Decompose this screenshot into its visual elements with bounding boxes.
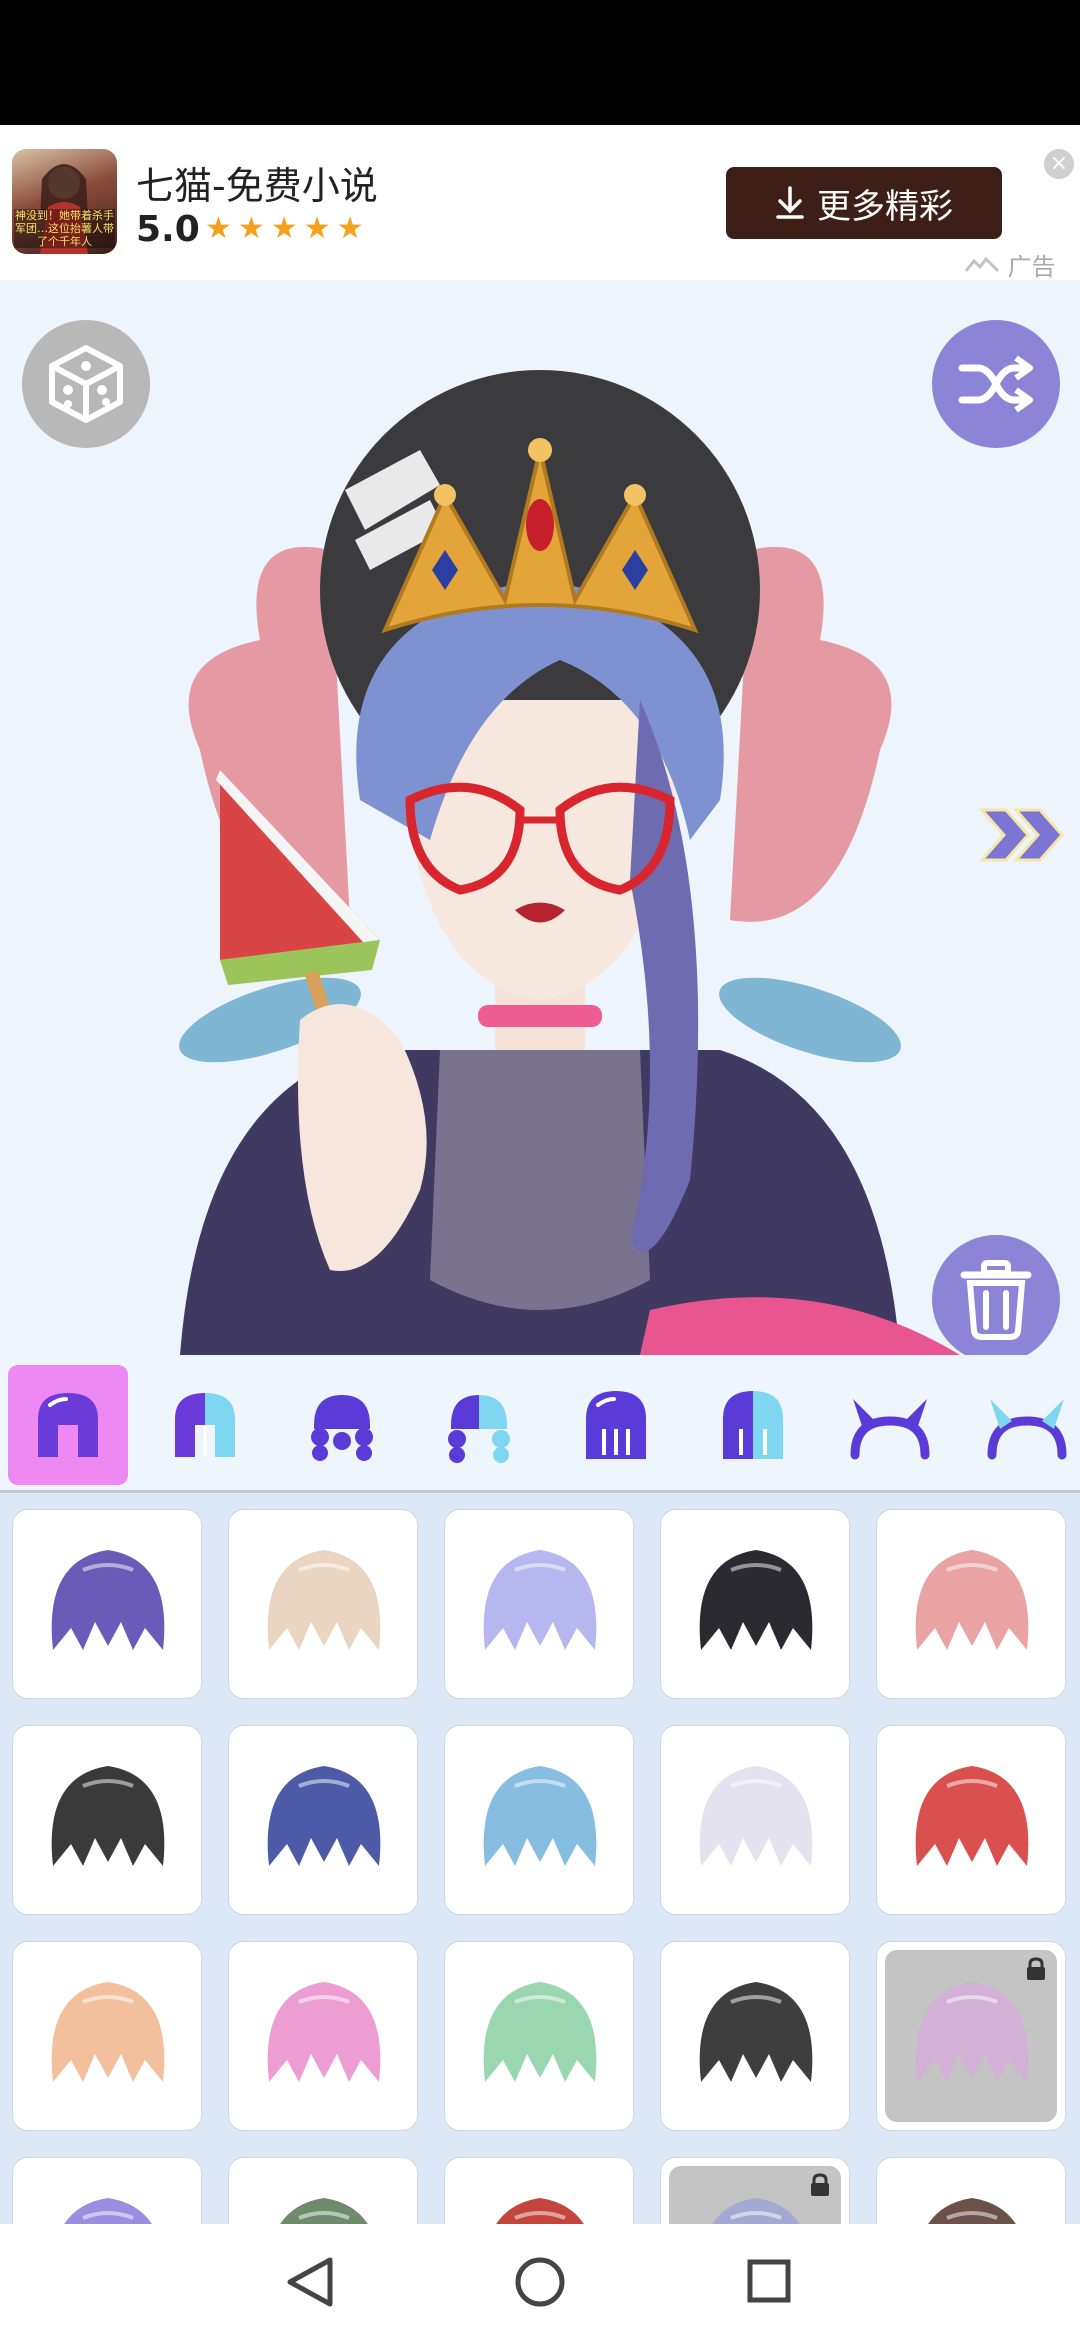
hair-swatch bbox=[496, 2198, 584, 2224]
ad-title[interactable]: 七猫-免费小说 bbox=[136, 155, 378, 210]
delete-button[interactable] bbox=[932, 1235, 1060, 1355]
hair-item[interactable] bbox=[12, 2157, 202, 2224]
tab-hair-long[interactable] bbox=[556, 1365, 676, 1485]
ad-banner[interactable]: 神没到！她带着杀手军团…这位抬薯人带了个千年人 七猫-免费小说 5.0 ★★★★… bbox=[0, 125, 1080, 282]
hair-swatch bbox=[915, 1550, 1029, 1650]
hair-swatch bbox=[51, 1766, 165, 1866]
ad-label: 广告 bbox=[964, 247, 1056, 282]
hair-item[interactable] bbox=[660, 1941, 850, 2131]
shuffle-button[interactable] bbox=[932, 320, 1060, 448]
ad-rating: 5.0 bbox=[136, 209, 200, 250]
tab-horns-two-tone[interactable] bbox=[967, 1365, 1080, 1485]
next-arrow-button[interactable] bbox=[976, 800, 1066, 874]
hair-front-icon bbox=[38, 1393, 98, 1457]
tab-hair-long-two-tone[interactable] bbox=[693, 1365, 813, 1485]
hair-swatch bbox=[483, 1766, 597, 1866]
random-dice-button[interactable] bbox=[22, 320, 150, 448]
hair-swatch bbox=[483, 1550, 597, 1650]
tab-hair-front[interactable] bbox=[8, 1365, 128, 1485]
hair-swatch bbox=[51, 1550, 165, 1650]
hair-swatch bbox=[928, 2198, 1016, 2224]
hair-long-two-tone-icon bbox=[723, 1391, 783, 1459]
hair-item[interactable] bbox=[444, 1509, 634, 1699]
hair-swatch bbox=[699, 1550, 813, 1650]
dice-icon bbox=[49, 345, 123, 423]
hair-item[interactable] bbox=[876, 2157, 1066, 2224]
nav-icons bbox=[287, 2257, 791, 2307]
hair-item[interactable] bbox=[876, 1941, 1066, 2131]
tab-horns[interactable] bbox=[830, 1365, 950, 1485]
trash-icon bbox=[960, 1260, 1032, 1340]
hair-swatch bbox=[699, 1982, 813, 2082]
hair-swatch bbox=[267, 1550, 381, 1650]
ad-network-icon bbox=[964, 256, 1000, 273]
hair-swatch bbox=[267, 1982, 381, 2082]
hair-item[interactable] bbox=[12, 1941, 202, 2131]
hair-swatch bbox=[64, 2198, 152, 2224]
lock-icon bbox=[1027, 1957, 1045, 1980]
hair-long-icon bbox=[586, 1391, 646, 1459]
hair-item[interactable] bbox=[444, 1725, 634, 1915]
ad-label-text: 广告 bbox=[1007, 253, 1056, 281]
hair-two-tone-icon bbox=[175, 1393, 235, 1457]
hair-item[interactable] bbox=[660, 1509, 850, 1699]
hair-swatch bbox=[280, 2198, 368, 2224]
hair-item-grid bbox=[0, 1493, 1080, 2224]
category-tabs bbox=[0, 1355, 1080, 1493]
ad-stars: ★★★★★ bbox=[205, 211, 370, 246]
tab-hair-back-two-tone[interactable] bbox=[419, 1365, 539, 1485]
home-icon[interactable] bbox=[515, 2257, 565, 2307]
ad-thumbnail[interactable]: 神没到！她带着杀手军团…这位抬薯人带了个千年人 bbox=[12, 149, 117, 254]
avatar-illustration bbox=[179, 370, 960, 1355]
ad-more-label: 更多精彩 bbox=[817, 186, 953, 227]
ad-close-icon[interactable]: × bbox=[1044, 149, 1074, 179]
hair-item[interactable] bbox=[12, 1725, 202, 1915]
navigation-bar bbox=[0, 2224, 1080, 2340]
hair-item[interactable] bbox=[228, 1941, 418, 2131]
hair-item[interactable] bbox=[876, 1725, 1066, 1915]
hair-swatch bbox=[699, 1766, 813, 1866]
tab-hair-back[interactable] bbox=[282, 1365, 402, 1485]
shuffle-icon bbox=[958, 355, 1033, 413]
horns-icon bbox=[850, 1399, 930, 1460]
hair-item[interactable] bbox=[444, 2157, 634, 2224]
hair-swatch bbox=[915, 1766, 1029, 1866]
lock-icon bbox=[811, 2173, 829, 2196]
double-chevron-right-icon bbox=[978, 808, 1064, 862]
hair-item[interactable] bbox=[12, 1509, 202, 1699]
hair-item[interactable] bbox=[228, 1725, 418, 1915]
hair-swatch bbox=[51, 1982, 165, 2082]
hair-item[interactable] bbox=[444, 1941, 634, 2131]
recents-icon[interactable] bbox=[747, 2259, 791, 2303]
status-bar bbox=[0, 0, 1080, 125]
hair-braids-icon bbox=[311, 1395, 373, 1461]
ad-more-button[interactable]: 更多精彩 bbox=[726, 167, 1002, 239]
hair-item[interactable] bbox=[876, 1509, 1066, 1699]
horns-two-tone-icon bbox=[987, 1399, 1067, 1460]
hair-item[interactable] bbox=[228, 1509, 418, 1699]
back-icon[interactable] bbox=[287, 2257, 333, 2307]
hair-item[interactable] bbox=[228, 2157, 418, 2224]
avatar-canvas bbox=[0, 280, 1080, 1355]
hair-swatch bbox=[483, 1982, 597, 2082]
ad-thumb-caption: 神没到！她带着杀手军团…这位抬薯人带了个千年人 bbox=[14, 209, 115, 248]
hair-item[interactable] bbox=[660, 1725, 850, 1915]
hair-braids-two-tone-icon bbox=[448, 1395, 510, 1463]
hair-item[interactable] bbox=[660, 2157, 850, 2224]
hair-swatch bbox=[267, 1766, 381, 1866]
tab-hair-front-two-tone[interactable] bbox=[145, 1365, 265, 1485]
download-icon bbox=[776, 186, 804, 219]
